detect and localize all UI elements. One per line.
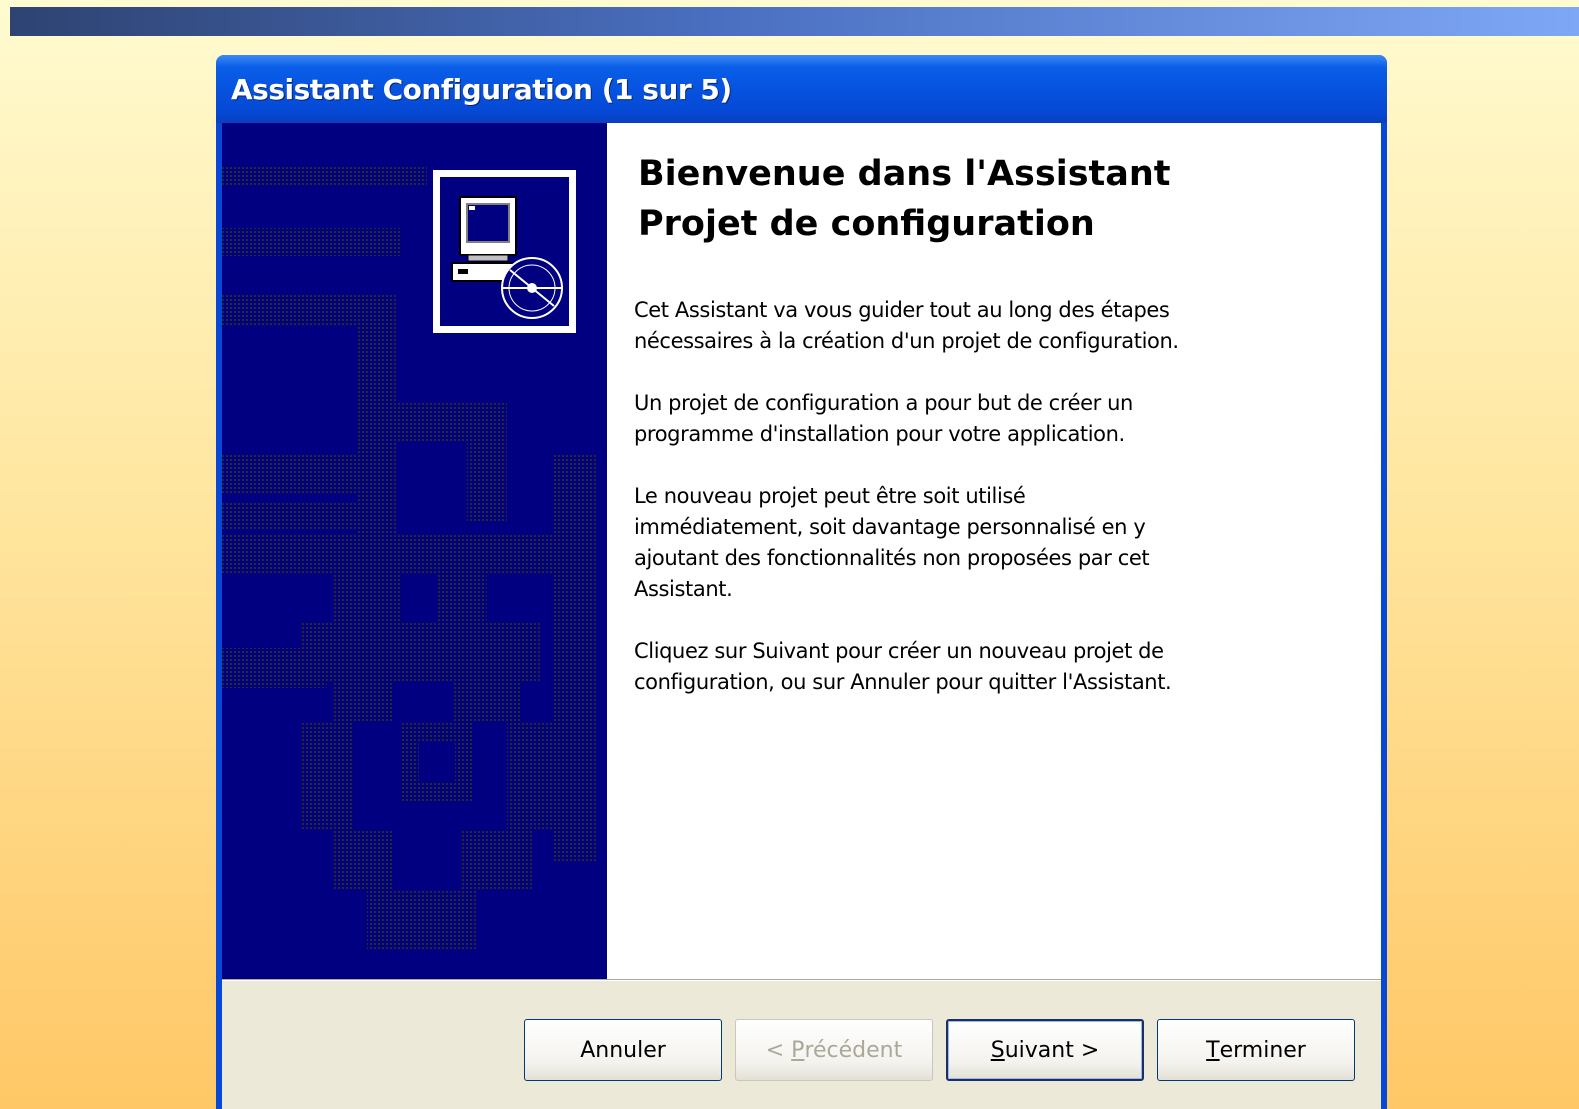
paragraph-line: ajoutant des fonctionnalités non proposé…: [634, 546, 1150, 570]
finish-button-mnemonic: T: [1206, 1037, 1220, 1063]
intro-paragraph: Cet Assistant va vous guider tout au lon…: [634, 295, 1334, 357]
wizard-heading: Bienvenue dans l'Assistant Projet de con…: [638, 149, 1338, 249]
usage-paragraph: Le nouveau projet peut être soit utilisé…: [634, 481, 1334, 605]
wizard-window: Assistant Configuration (1 sur 5) Bienve…: [216, 55, 1387, 1109]
instructions-paragraph: Cliquez sur Suivant pour créer un nouvea…: [634, 636, 1334, 698]
side-panel: [222, 123, 607, 979]
finish-button[interactable]: Terminer: [1157, 1019, 1355, 1081]
paragraph-line: Cet Assistant va vous guider tout au lon…: [634, 298, 1170, 322]
cancel-button-label: Annuler: [580, 1037, 666, 1063]
next-button[interactable]: Suivant >: [946, 1019, 1144, 1081]
title-bar[interactable]: Assistant Configuration (1 sur 5): [216, 55, 1387, 123]
paragraph-line: programme d'installation pour votre appl…: [634, 422, 1125, 446]
client-area: Bienvenue dans l'Assistant Projet de con…: [222, 123, 1381, 1109]
paragraph-line: Un projet de configuration a pour but de…: [634, 391, 1133, 415]
setup-computer-cd-icon: [451, 196, 563, 319]
next-button-label: uivant >: [1004, 1037, 1100, 1063]
paragraph-line: nécessaires à la création d'un projet de…: [634, 329, 1179, 353]
next-button-mnemonic: S: [990, 1037, 1005, 1063]
back-button-mnemonic: P: [791, 1037, 805, 1063]
back-button[interactable]: < Précédent: [735, 1019, 933, 1081]
setup-logo: [433, 170, 576, 333]
paragraph-line: Assistant.: [634, 577, 733, 601]
paragraph-line: configuration, ou sur Annuler pour quitt…: [634, 670, 1172, 694]
window-title: Assistant Configuration (1 sur 5): [231, 73, 732, 106]
content-panel: Bienvenue dans l'Assistant Projet de con…: [607, 123, 1381, 979]
purpose-paragraph: Un projet de configuration a pour but de…: [634, 388, 1334, 450]
paragraph-line: Cliquez sur Suivant pour créer un nouvea…: [634, 639, 1164, 663]
back-button-prefix: <: [765, 1037, 792, 1063]
window-border: [1381, 123, 1387, 1109]
button-separator: [222, 979, 1381, 981]
slide-banner: [10, 7, 1579, 36]
back-button-label: récédent: [804, 1037, 903, 1063]
paragraph-line: Le nouveau projet peut être soit utilisé: [634, 484, 1026, 508]
cancel-button[interactable]: Annuler: [524, 1019, 722, 1081]
finish-button-label: erminer: [1219, 1037, 1306, 1063]
heading-line: Projet de configuration: [638, 204, 1095, 244]
heading-line: Bienvenue dans l'Assistant: [638, 154, 1171, 194]
paragraph-line: immédiatement, soit davantage personnali…: [634, 515, 1146, 539]
